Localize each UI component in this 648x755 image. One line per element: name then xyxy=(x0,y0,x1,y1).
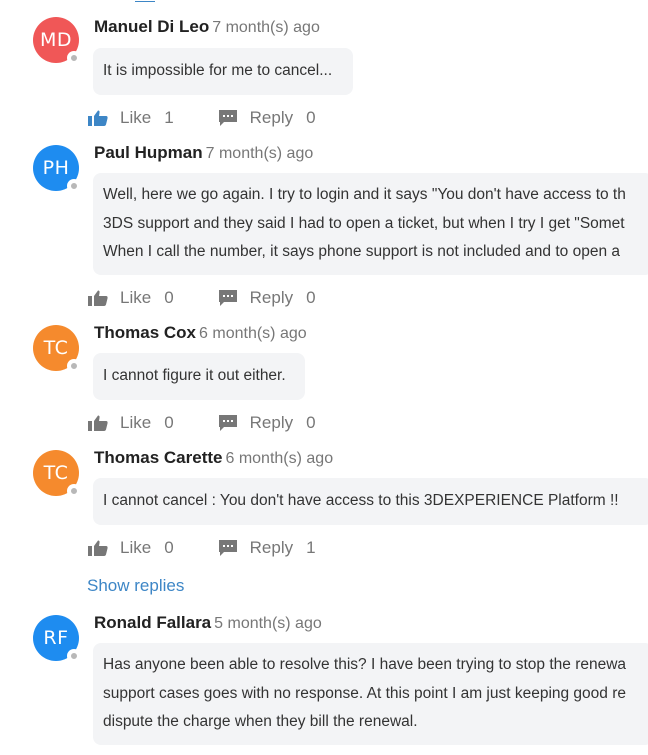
avatar[interactable]: RF xyxy=(33,615,81,663)
thumbs-up-icon xyxy=(88,290,108,306)
author-name[interactable]: Paul Hupman xyxy=(94,143,203,162)
like-count: 1 xyxy=(164,108,174,127)
comment-text-line: support cases goes with no response. At … xyxy=(103,684,627,702)
thumbs-up-icon xyxy=(88,540,108,556)
comment-text-line: Has anyone been able to resolve this? I … xyxy=(103,656,627,673)
author-name[interactable]: Ronald Fallara xyxy=(94,613,211,632)
comment-text-line: Well, here we go again. I try to login a… xyxy=(103,186,626,203)
comment-text-line: dispute the charge when they bill the re… xyxy=(103,713,418,730)
reply-button[interactable]: Reply 1 xyxy=(218,538,316,558)
like-label: Like xyxy=(120,108,152,127)
reply-label: Reply xyxy=(249,288,294,307)
comment-text: I cannot figure it out either. xyxy=(103,367,286,384)
status-indicator xyxy=(67,51,81,65)
comment-text: It is impossible for me to cancel... xyxy=(103,62,333,79)
author-name[interactable]: Thomas Carette xyxy=(94,448,222,467)
comment-actions: Like 0 Reply 0 xyxy=(88,287,316,309)
comment-actions: Like 1 Reply 0 xyxy=(88,107,316,129)
status-indicator xyxy=(67,649,81,663)
like-count: 0 xyxy=(164,538,174,557)
reply-button[interactable]: Reply 0 xyxy=(218,108,316,128)
author-name[interactable]: Thomas Cox xyxy=(94,323,196,342)
status-indicator xyxy=(67,359,81,373)
like-button[interactable]: Like 1 xyxy=(88,108,174,128)
status-indicator xyxy=(67,179,81,193)
avatar[interactable]: TC xyxy=(33,325,81,373)
comment-icon xyxy=(218,110,237,126)
status-indicator xyxy=(67,484,81,498)
avatar-initials: PH xyxy=(42,157,70,179)
comment-time: 6 month(s) ago xyxy=(199,325,307,342)
comment-actions: Like 0 Reply 1 xyxy=(88,537,316,559)
reply-label: Reply xyxy=(249,538,294,557)
comment-time: 7 month(s) ago xyxy=(212,19,320,36)
comment-time: 5 month(s) ago xyxy=(214,615,322,632)
author-name[interactable]: Manuel Di Leo xyxy=(94,17,209,36)
comment-icon xyxy=(218,290,237,306)
reply-label: Reply xyxy=(249,108,294,127)
thumbs-up-icon xyxy=(88,415,108,431)
comment-body: I cannot figure it out either. xyxy=(93,353,305,400)
like-label: Like xyxy=(120,288,152,307)
avatar-initials: TC xyxy=(43,462,69,484)
like-button[interactable]: Like 0 xyxy=(88,538,174,558)
like-count: 0 xyxy=(164,288,174,307)
reply-count: 0 xyxy=(306,413,316,432)
comment-time: 6 month(s) ago xyxy=(225,450,334,467)
reply-button[interactable]: Reply 0 xyxy=(218,288,316,308)
reply-label: Reply xyxy=(249,413,294,432)
like-button[interactable]: Like 0 xyxy=(88,288,174,308)
comment-icon xyxy=(218,415,237,431)
comment-actions: Like 0 Reply 0 xyxy=(88,412,316,434)
avatar[interactable]: TC xyxy=(33,450,81,498)
comment-text: I cannot cancel : You don't have access … xyxy=(103,492,619,509)
like-label: Like xyxy=(120,413,152,432)
comment-text-line: When I call the number, it says phone su… xyxy=(103,243,620,260)
comment-body: Well, here we go again. I try to login a… xyxy=(93,173,648,275)
reply-count: 0 xyxy=(306,108,316,127)
comment-icon xyxy=(218,540,237,556)
comment-time: 7 month(s) ago xyxy=(205,145,314,162)
comment-body: It is impossible for me to cancel... xyxy=(93,48,353,95)
reply-count: 1 xyxy=(306,538,316,557)
avatar-initials: RF xyxy=(43,627,69,649)
like-count: 0 xyxy=(164,413,174,432)
comment-text-line: 3DS support and they said I had to open … xyxy=(103,214,625,232)
comment-body: Has anyone been able to resolve this? I … xyxy=(93,643,648,745)
reply-button[interactable]: Reply 0 xyxy=(218,413,316,433)
reply-count: 0 xyxy=(306,288,316,307)
avatar[interactable]: MD xyxy=(33,17,81,65)
comment-body: I cannot cancel : You don't have access … xyxy=(93,478,648,525)
like-button[interactable]: Like 0 xyxy=(88,413,174,433)
avatar-initials: MD xyxy=(39,29,73,51)
previous-link-underline xyxy=(135,0,155,2)
avatar[interactable]: PH xyxy=(33,145,81,193)
like-label: Like xyxy=(120,538,152,557)
avatar-initials: TC xyxy=(43,337,69,359)
show-replies-link[interactable]: Show replies xyxy=(87,576,184,596)
thumbs-up-icon xyxy=(88,110,108,126)
